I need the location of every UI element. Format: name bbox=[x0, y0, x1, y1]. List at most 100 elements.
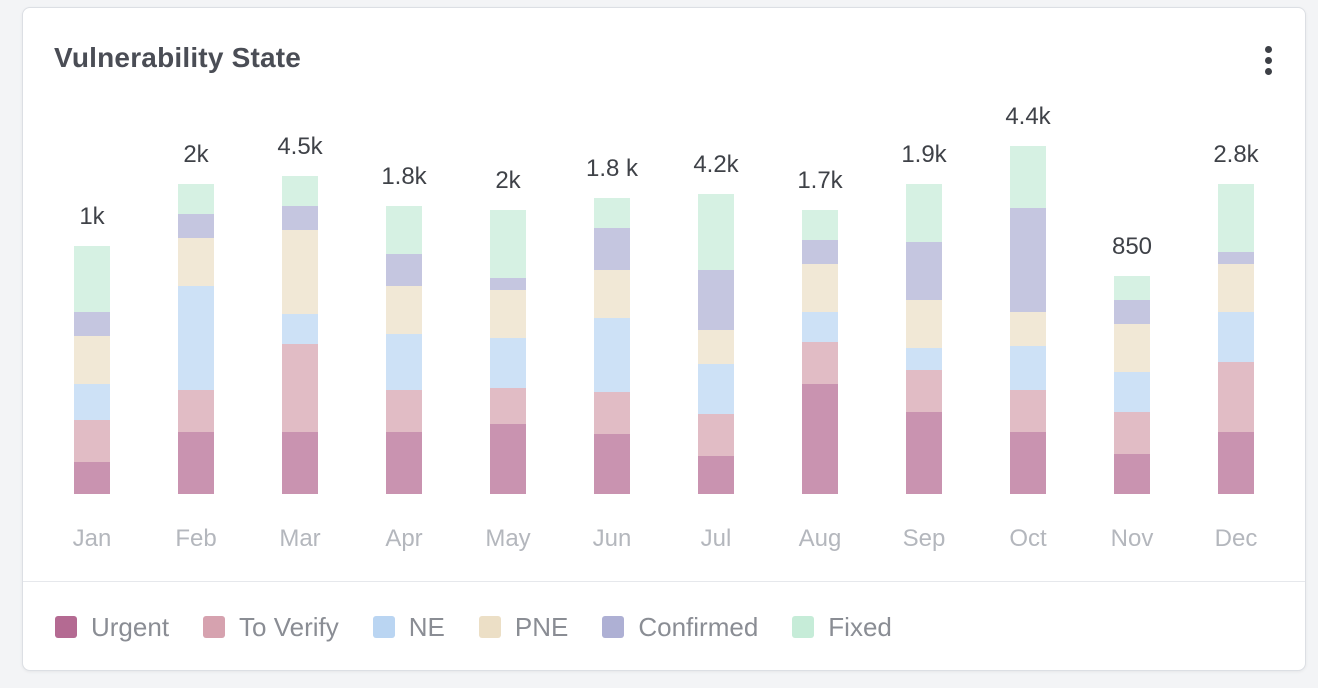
legend-label: NE bbox=[408, 611, 445, 642]
legend-item-confirmed[interactable]: Confirmed bbox=[602, 612, 758, 643]
bar-segment-fixed-feb[interactable] bbox=[178, 184, 214, 214]
x-tick-label: Feb bbox=[175, 525, 216, 552]
bar-segment-ne-feb[interactable] bbox=[178, 286, 214, 390]
bar-segment-to-verify-nov[interactable] bbox=[1114, 412, 1150, 454]
bar-segment-confirmed-dec[interactable] bbox=[1218, 252, 1254, 264]
bar-segment-confirmed-mar[interactable] bbox=[282, 206, 318, 230]
bar-segment-fixed-sep[interactable] bbox=[906, 184, 942, 242]
bar-segment-urgent-mar[interactable] bbox=[282, 432, 318, 494]
bar-segment-pne-dec[interactable] bbox=[1218, 264, 1254, 312]
bar-segment-fixed-nov[interactable] bbox=[1114, 276, 1150, 300]
bar-segment-urgent-jan[interactable] bbox=[74, 462, 110, 494]
bar-segment-urgent-feb[interactable] bbox=[178, 432, 214, 494]
bar-segment-confirmed-sep[interactable] bbox=[906, 242, 942, 300]
bar-segment-ne-aug[interactable] bbox=[802, 312, 838, 342]
bar-segment-urgent-dec[interactable] bbox=[1218, 432, 1254, 494]
legend-item-pne[interactable]: PNE bbox=[478, 611, 569, 643]
bar-segment-ne-jul[interactable] bbox=[698, 364, 734, 414]
bar-segment-fixed-may[interactable] bbox=[490, 210, 526, 278]
bar-segment-confirmed-aug[interactable] bbox=[802, 240, 838, 264]
bar-segment-ne-may[interactable] bbox=[490, 338, 526, 388]
bar-total-label: 1.8 k bbox=[586, 155, 639, 182]
legend-item-fixed[interactable]: Fixed bbox=[792, 612, 892, 643]
legend-label: Fixed bbox=[828, 611, 892, 642]
bar-segment-confirmed-jul[interactable] bbox=[698, 270, 734, 330]
legend-item-to-verify[interactable]: To Verify bbox=[203, 612, 339, 643]
bar-segment-urgent-aug[interactable] bbox=[802, 384, 838, 494]
legend-swatch bbox=[478, 616, 501, 638]
bar-segment-confirmed-feb[interactable] bbox=[178, 214, 214, 238]
bar-segment-confirmed-nov[interactable] bbox=[1114, 300, 1150, 324]
bar-segment-ne-jun[interactable] bbox=[594, 318, 630, 392]
bar-segment-ne-jan[interactable] bbox=[74, 384, 110, 420]
bar-segment-pne-may[interactable] bbox=[490, 290, 526, 338]
chart-legend: Urgent To Verify NE PNE Confirmed Fixed bbox=[55, 612, 926, 642]
bar-segment-urgent-jul[interactable] bbox=[698, 456, 734, 494]
bar-segment-to-verify-aug[interactable] bbox=[802, 342, 838, 384]
bar-segment-to-verify-jan[interactable] bbox=[74, 420, 110, 462]
bar-segment-pne-nov[interactable] bbox=[1114, 324, 1150, 372]
bar-segment-confirmed-jan[interactable] bbox=[74, 312, 110, 336]
bar-segment-pne-aug[interactable] bbox=[802, 264, 838, 312]
bar-segment-to-verify-feb[interactable] bbox=[178, 390, 214, 432]
bar-segment-to-verify-jul[interactable] bbox=[698, 414, 734, 456]
bar-segment-to-verify-dec[interactable] bbox=[1218, 362, 1254, 432]
bar-segment-ne-oct[interactable] bbox=[1010, 346, 1046, 390]
bar-segment-to-verify-sep[interactable] bbox=[906, 370, 942, 412]
legend-swatch bbox=[602, 616, 625, 638]
bar-segment-ne-sep[interactable] bbox=[906, 348, 942, 370]
x-tick-label: Jan bbox=[73, 525, 112, 552]
bar-segment-pne-apr[interactable] bbox=[386, 286, 422, 334]
bar-segment-urgent-jun[interactable] bbox=[594, 434, 630, 494]
legend-swatch bbox=[55, 616, 77, 638]
bar-segment-urgent-nov[interactable] bbox=[1114, 454, 1150, 494]
bar-total-label: 1.7k bbox=[797, 167, 843, 194]
bar-segment-pne-jul[interactable] bbox=[698, 330, 734, 364]
bar-segment-fixed-apr[interactable] bbox=[386, 206, 422, 254]
bar-total-label: 1.9k bbox=[901, 141, 947, 168]
bar-segment-ne-nov[interactable] bbox=[1114, 372, 1150, 412]
bar-segment-urgent-oct[interactable] bbox=[1010, 432, 1046, 494]
legend-divider bbox=[23, 581, 1305, 582]
legend-label: To Verify bbox=[239, 611, 339, 642]
bar-segment-to-verify-may[interactable] bbox=[490, 388, 526, 424]
x-tick-label: Apr bbox=[385, 525, 422, 552]
bar-segment-fixed-jan[interactable] bbox=[74, 246, 110, 312]
x-tick-label: Mar bbox=[279, 525, 320, 552]
bar-segment-pne-sep[interactable] bbox=[906, 300, 942, 348]
legend-swatch bbox=[792, 616, 815, 638]
bar-segment-to-verify-jun[interactable] bbox=[594, 392, 630, 434]
bar-segment-ne-apr[interactable] bbox=[386, 334, 422, 390]
bar-segment-confirmed-jun[interactable] bbox=[594, 228, 630, 270]
legend-label: Confirmed bbox=[638, 611, 759, 642]
x-tick-label: Aug bbox=[799, 525, 842, 552]
bar-segment-to-verify-mar[interactable] bbox=[282, 344, 318, 432]
bar-segment-pne-feb[interactable] bbox=[178, 238, 214, 286]
legend-label: PNE bbox=[514, 611, 569, 642]
bar-segment-confirmed-oct[interactable] bbox=[1010, 208, 1046, 312]
bar-segment-to-verify-apr[interactable] bbox=[386, 390, 422, 432]
bar-segment-pne-oct[interactable] bbox=[1010, 312, 1046, 346]
bar-segment-urgent-sep[interactable] bbox=[906, 412, 942, 494]
bar-segment-ne-dec[interactable] bbox=[1218, 312, 1254, 362]
bar-segment-fixed-mar[interactable] bbox=[282, 176, 318, 206]
bar-segment-confirmed-apr[interactable] bbox=[386, 254, 422, 286]
stacked-bar-chart: 1k Jan 2k Feb 4.5k Mar 1.8k Apr 2k May 1.8 k Jun 4.2… bbox=[73, 103, 1260, 552]
bar-segment-urgent-apr[interactable] bbox=[386, 432, 422, 494]
bar-segment-fixed-jul[interactable] bbox=[698, 194, 734, 270]
bar-total-label: 2k bbox=[183, 141, 209, 168]
bar-segment-fixed-dec[interactable] bbox=[1218, 184, 1254, 252]
bar-segment-fixed-aug[interactable] bbox=[802, 210, 838, 240]
bar-segment-fixed-jun[interactable] bbox=[594, 198, 630, 228]
legend-item-ne[interactable]: NE bbox=[372, 611, 445, 643]
bar-segment-to-verify-oct[interactable] bbox=[1010, 390, 1046, 432]
legend-item-urgent[interactable]: Urgent bbox=[55, 612, 169, 643]
bar-segment-pne-jun[interactable] bbox=[594, 270, 630, 318]
bar-segment-pne-jan[interactable] bbox=[74, 336, 110, 384]
legend-label: Urgent bbox=[91, 611, 170, 642]
bar-segment-confirmed-may[interactable] bbox=[490, 278, 526, 290]
bar-segment-urgent-may[interactable] bbox=[490, 424, 526, 494]
bar-segment-fixed-oct[interactable] bbox=[1010, 146, 1046, 208]
bar-segment-pne-mar[interactable] bbox=[282, 230, 318, 314]
bar-segment-ne-mar[interactable] bbox=[282, 314, 318, 344]
